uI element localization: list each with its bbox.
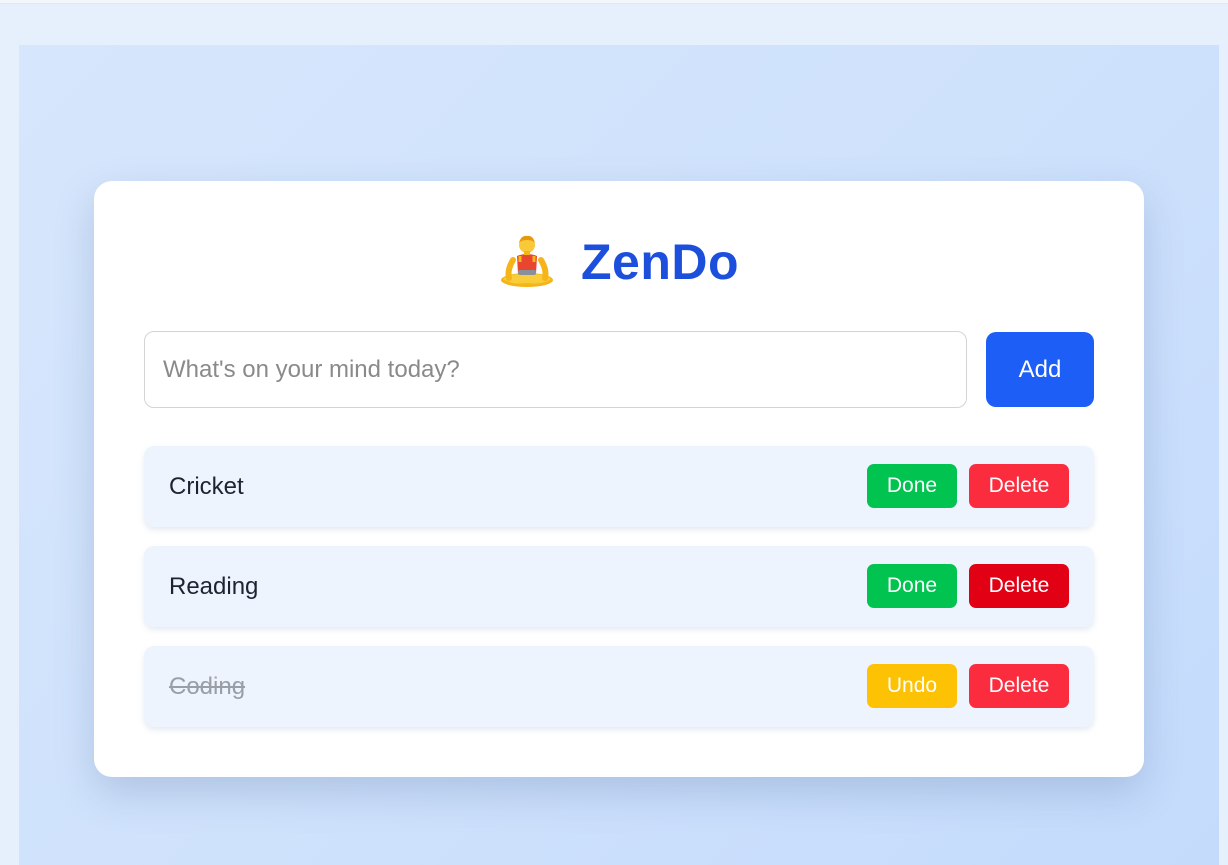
done-button[interactable]: Done: [867, 564, 957, 608]
task-label-completed: Coding: [169, 673, 246, 700]
delete-button[interactable]: Delete: [969, 564, 1069, 608]
task-item-cricket: Cricket Done Delete: [144, 446, 1094, 527]
task-actions: Done Delete: [867, 564, 1069, 608]
task-actions: Done Delete: [867, 464, 1069, 508]
new-task-input[interactable]: [144, 331, 967, 408]
meditating-person-icon: [499, 232, 555, 292]
task-actions: Undo Delete: [867, 664, 1069, 708]
task-item-coding: Coding Undo Delete: [144, 646, 1094, 727]
done-button[interactable]: Done: [867, 464, 957, 508]
undo-button[interactable]: Undo: [867, 664, 957, 708]
task-label: Cricket: [169, 473, 244, 500]
task-list: Cricket Done Delete Reading Done Delete …: [144, 446, 1094, 746]
task-item-reading: Reading Done Delete: [144, 546, 1094, 627]
todo-card: ZenDo Add Cricket Done Delete Reading Do…: [94, 181, 1144, 777]
app-title: ZenDo: [580, 234, 740, 290]
delete-button[interactable]: Delete: [969, 464, 1069, 508]
app-header: ZenDo: [94, 231, 1144, 293]
delete-button[interactable]: Delete: [969, 664, 1069, 708]
window-top-border: [0, 0, 1228, 4]
task-label: Reading: [169, 573, 259, 600]
add-button[interactable]: Add: [986, 332, 1094, 407]
